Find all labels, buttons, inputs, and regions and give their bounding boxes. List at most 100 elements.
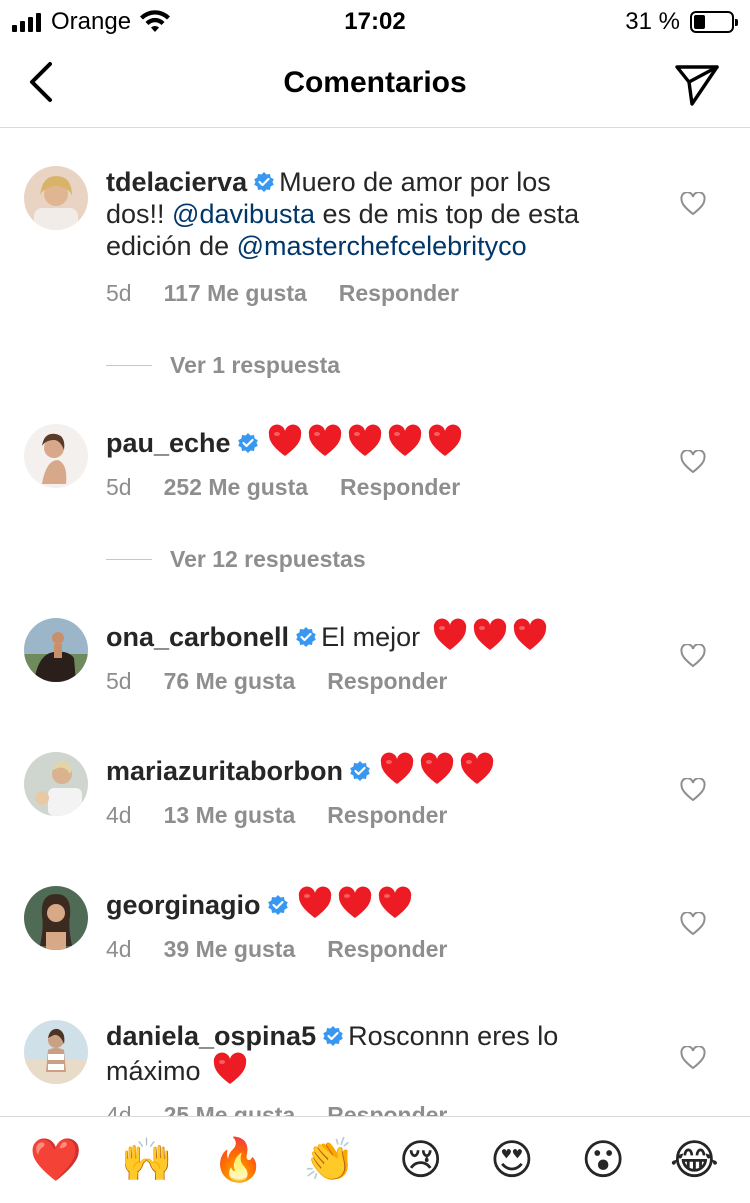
view-replies-label: Ver 12 respuestas xyxy=(170,546,366,572)
heart-outline-icon[interactable] xyxy=(680,1046,706,1070)
verified-badge-icon xyxy=(350,761,370,781)
heart-emojis xyxy=(212,1052,252,1093)
red-heart-emoji xyxy=(388,424,421,456)
comment-text-part: El mejor xyxy=(321,622,421,652)
red-heart-emoji xyxy=(378,886,411,918)
comment-username[interactable]: ona_carbonell xyxy=(106,622,289,652)
comment-body: daniela_ospina5 Rosconnn eres lo máximo xyxy=(106,1020,646,1093)
comment-meta: 5d 252 Me gusta Responder xyxy=(106,474,492,501)
red-heart-emoji xyxy=(268,424,301,456)
reply-button[interactable]: Responder xyxy=(327,936,447,962)
emoji-heart-eyes-button[interactable]: 😍 xyxy=(486,1134,538,1186)
heart-emojis xyxy=(379,752,499,793)
comment-text-part: máximo xyxy=(106,1056,201,1086)
verified-badge-icon xyxy=(323,1026,343,1046)
battery-percent: 31 % xyxy=(625,8,680,35)
comment-body: pau_eche xyxy=(106,424,646,465)
heart-emojis xyxy=(267,424,467,465)
comment-likes[interactable]: 252 Me gusta xyxy=(164,474,308,500)
red-heart-emoji xyxy=(348,424,381,456)
verified-badge-icon xyxy=(254,172,274,192)
avatar[interactable] xyxy=(24,618,88,682)
comment-text: mariazuritaborbon xyxy=(106,752,646,793)
comment-username[interactable]: pau_eche xyxy=(106,428,231,458)
heart-outline-icon[interactable] xyxy=(680,192,706,216)
heart-emojis xyxy=(432,618,552,659)
avatar[interactable] xyxy=(24,166,88,230)
comment-age: 4d xyxy=(106,1102,132,1116)
comment-text-part: dos!! xyxy=(106,199,173,229)
avatar[interactable] xyxy=(24,752,88,816)
comment-text: daniela_ospina5 Rosconnn eres lo máximo xyxy=(106,1020,646,1093)
red-heart-emoji xyxy=(513,618,546,650)
comment-text-part: Muero de amor por los xyxy=(279,167,551,197)
heart-outline-icon[interactable] xyxy=(680,644,706,668)
emoji-raised-hands-button[interactable]: 🙌 xyxy=(121,1134,173,1186)
comment-age: 4d xyxy=(106,802,132,828)
reply-button[interactable]: Responder xyxy=(327,668,447,694)
comment-likes[interactable]: 25 Me gusta xyxy=(164,1102,296,1116)
heart-outline-icon[interactable] xyxy=(680,450,706,474)
header: Comentarios xyxy=(0,44,750,128)
emoji-surprised-button[interactable]: 😮 xyxy=(577,1134,629,1186)
comment-likes[interactable]: 13 Me gusta xyxy=(164,802,296,828)
emoji-reaction-bar: ❤️ 🙌 🔥 👏 😢 😍 😮 😂 xyxy=(0,1116,750,1203)
comment-age: 4d xyxy=(106,936,132,962)
reply-button[interactable]: Responder xyxy=(327,1102,447,1116)
comment-age: 5d xyxy=(106,668,132,694)
comment-username[interactable]: mariazuritaborbon xyxy=(106,756,343,786)
comment-text-part: Rosconnn eres lo xyxy=(348,1021,559,1051)
comment-body: tdelacierva Muero de amor por los dos!! @… xyxy=(106,166,646,262)
heart-outline-icon[interactable] xyxy=(680,778,706,802)
comment-meta: 4d 13 Me gusta Responder xyxy=(106,802,479,829)
comment-likes[interactable]: 76 Me gusta xyxy=(164,668,296,694)
comment-meta: 4d 25 Me gusta Responder xyxy=(106,1102,479,1116)
reply-button[interactable]: Responder xyxy=(339,280,459,306)
reply-button[interactable]: Responder xyxy=(340,474,460,500)
verified-badge-icon xyxy=(296,627,316,647)
status-bar: Orange 17:02 31 % xyxy=(0,0,750,44)
mention-link[interactable]: @masterchefcelebrityco xyxy=(237,231,527,261)
emoji-crying-button[interactable]: 😢 xyxy=(395,1134,447,1186)
view-replies-button[interactable]: Ver 12 respuestas xyxy=(106,546,366,573)
divider-line xyxy=(106,365,152,366)
comments-list[interactable]: tdelacierva Muero de amor por los dos!! @… xyxy=(0,128,750,1116)
avatar[interactable] xyxy=(24,1020,88,1084)
comment-text: tdelacierva Muero de amor por los dos!! @… xyxy=(106,166,646,262)
comment-likes[interactable]: 117 Me gusta xyxy=(164,280,307,306)
avatar[interactable] xyxy=(24,424,88,488)
comment-meta: 4d 39 Me gusta Responder xyxy=(106,936,479,963)
heart-emojis xyxy=(297,886,417,927)
avatar[interactable] xyxy=(24,886,88,950)
comment-username[interactable]: daniela_ospina5 xyxy=(106,1021,316,1051)
red-heart-emoji xyxy=(308,424,341,456)
verified-badge-icon xyxy=(267,895,288,915)
view-replies-button[interactable]: Ver 1 respuesta xyxy=(106,352,340,379)
emoji-fire-button[interactable]: 🔥 xyxy=(212,1134,264,1186)
red-heart-emoji xyxy=(298,886,331,918)
comment-meta: 5d 117 Me gusta Responder xyxy=(106,280,491,307)
verified-badge-icon xyxy=(237,433,258,453)
comment-username[interactable]: tdelacierva xyxy=(106,167,247,197)
reply-button[interactable]: Responder xyxy=(327,802,447,828)
comment-age: 5d xyxy=(106,474,132,500)
comment-text: ona_carbonell El mejor xyxy=(106,618,646,659)
red-heart-emoji xyxy=(428,424,461,456)
emoji-heart-button[interactable]: ❤️ xyxy=(29,1134,81,1186)
red-heart-emoji xyxy=(433,618,466,650)
emoji-clapping-button[interactable]: 👏 xyxy=(303,1134,355,1186)
comment-text-part: edición de xyxy=(106,231,237,261)
red-heart-emoji xyxy=(420,752,454,784)
page-title: Comentarios xyxy=(283,66,467,99)
comment-body: ona_carbonell El mejor xyxy=(106,618,646,659)
divider-line xyxy=(106,559,152,560)
paper-plane-icon[interactable] xyxy=(674,62,720,108)
emoji-tears-of-joy-button[interactable]: 😂 xyxy=(668,1134,720,1186)
red-heart-emoji xyxy=(338,886,371,918)
comment-likes[interactable]: 39 Me gusta xyxy=(164,936,296,962)
comment-text: georginagio xyxy=(106,886,646,927)
heart-outline-icon[interactable] xyxy=(680,912,706,936)
battery-icon xyxy=(690,11,738,33)
mention-link[interactable]: @davibusta xyxy=(172,199,315,229)
comment-username[interactable]: georginagio xyxy=(106,890,261,920)
